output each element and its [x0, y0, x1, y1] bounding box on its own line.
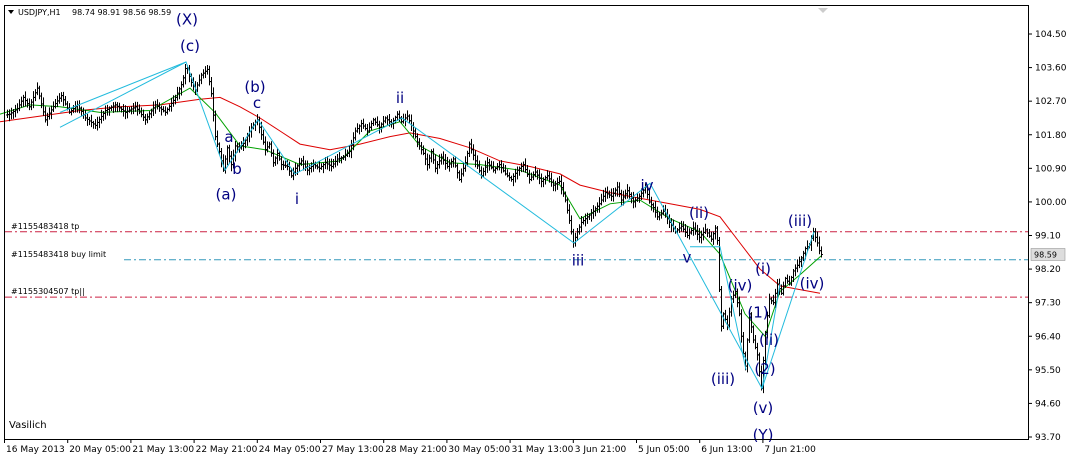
wave-label: c [253, 94, 261, 112]
y-tick-label: 100.00 [1035, 198, 1067, 208]
x-tick-label: 27 May 13:00 [322, 445, 384, 455]
current-price-label: 98.59 [1034, 251, 1057, 260]
wave-label: i [295, 190, 299, 208]
y-tick-label: 102.70 [1035, 97, 1067, 107]
y-tick-label: 96.40 [1035, 332, 1061, 342]
wave-label: (1) [747, 304, 768, 322]
x-tick-label: 6 Jun 13:00 [701, 445, 753, 455]
wave-label: (iii) [788, 212, 812, 230]
y-tick-label: 103.60 [1035, 64, 1067, 74]
x-tick-label: 28 May 21:00 [385, 445, 447, 455]
wave-label: (2) [754, 360, 775, 378]
y-tick-label: 95.50 [1035, 366, 1061, 376]
wave-label: (X) [176, 11, 198, 29]
y-tick-label: 93.70 [1035, 433, 1061, 443]
author-label: Vasilich [9, 420, 47, 431]
ohlc-readout: 98.74 98.91 98.56 98.59 [72, 8, 171, 17]
x-tick-label: 21 May 13:00 [132, 445, 194, 455]
symbol-title: USDJPY,H1 [18, 8, 61, 17]
wave-label: iii [572, 251, 585, 269]
x-tick-label: 30 May 05:00 [448, 445, 510, 455]
wave-label: (iv) [728, 277, 753, 295]
wave-label: a [224, 128, 233, 146]
wave-label: iv [640, 177, 653, 195]
wave-label: (iii) [711, 370, 735, 388]
wave-label: b [232, 160, 242, 178]
y-tick-label: 94.60 [1035, 399, 1061, 409]
x-tick-label: 20 May 05:00 [69, 445, 131, 455]
x-tick-label: 24 May 05:00 [259, 445, 321, 455]
x-tick-label: 16 May 2013 [6, 445, 65, 455]
x-tick-label: 3 Jun 21:00 [575, 445, 627, 455]
y-tick-label: 97.30 [1035, 299, 1061, 309]
order-label: #1155483418 tp [11, 222, 79, 231]
wave-label: (iv) [800, 274, 825, 292]
price-chart[interactable]: #1155483418 tp #1155483418 buy limit #1155… [0, 0, 1071, 462]
y-tick-label: 101.80 [1035, 131, 1067, 141]
y-tick-label: 99.10 [1035, 232, 1061, 242]
wave-label: (v) [753, 399, 774, 417]
x-tick-label: 31 May 13:00 [512, 445, 574, 455]
wave-label: v [683, 249, 692, 267]
order-label: #1155304507 tp|| [11, 287, 85, 296]
wave-label: (ii) [689, 204, 709, 222]
y-tick-label: 100.90 [1035, 164, 1067, 174]
wave-label: (i) [755, 260, 771, 278]
wave-label: ii [396, 89, 404, 107]
x-tick-label: 22 May 21:00 [196, 445, 258, 455]
order-label: #1155483418 buy limit [11, 250, 106, 259]
x-tick-label: 7 Jun 21:00 [764, 445, 816, 455]
x-tick-label: 5 Jun 05:00 [638, 445, 690, 455]
wave-label: (c) [180, 37, 200, 55]
y-tick-label: 104.50 [1035, 30, 1067, 40]
wave-label: (a) [216, 186, 237, 204]
y-tick-label: 98.20 [1035, 265, 1061, 275]
wave-label: (ii) [759, 331, 779, 349]
chart-background [0, 0, 1071, 462]
